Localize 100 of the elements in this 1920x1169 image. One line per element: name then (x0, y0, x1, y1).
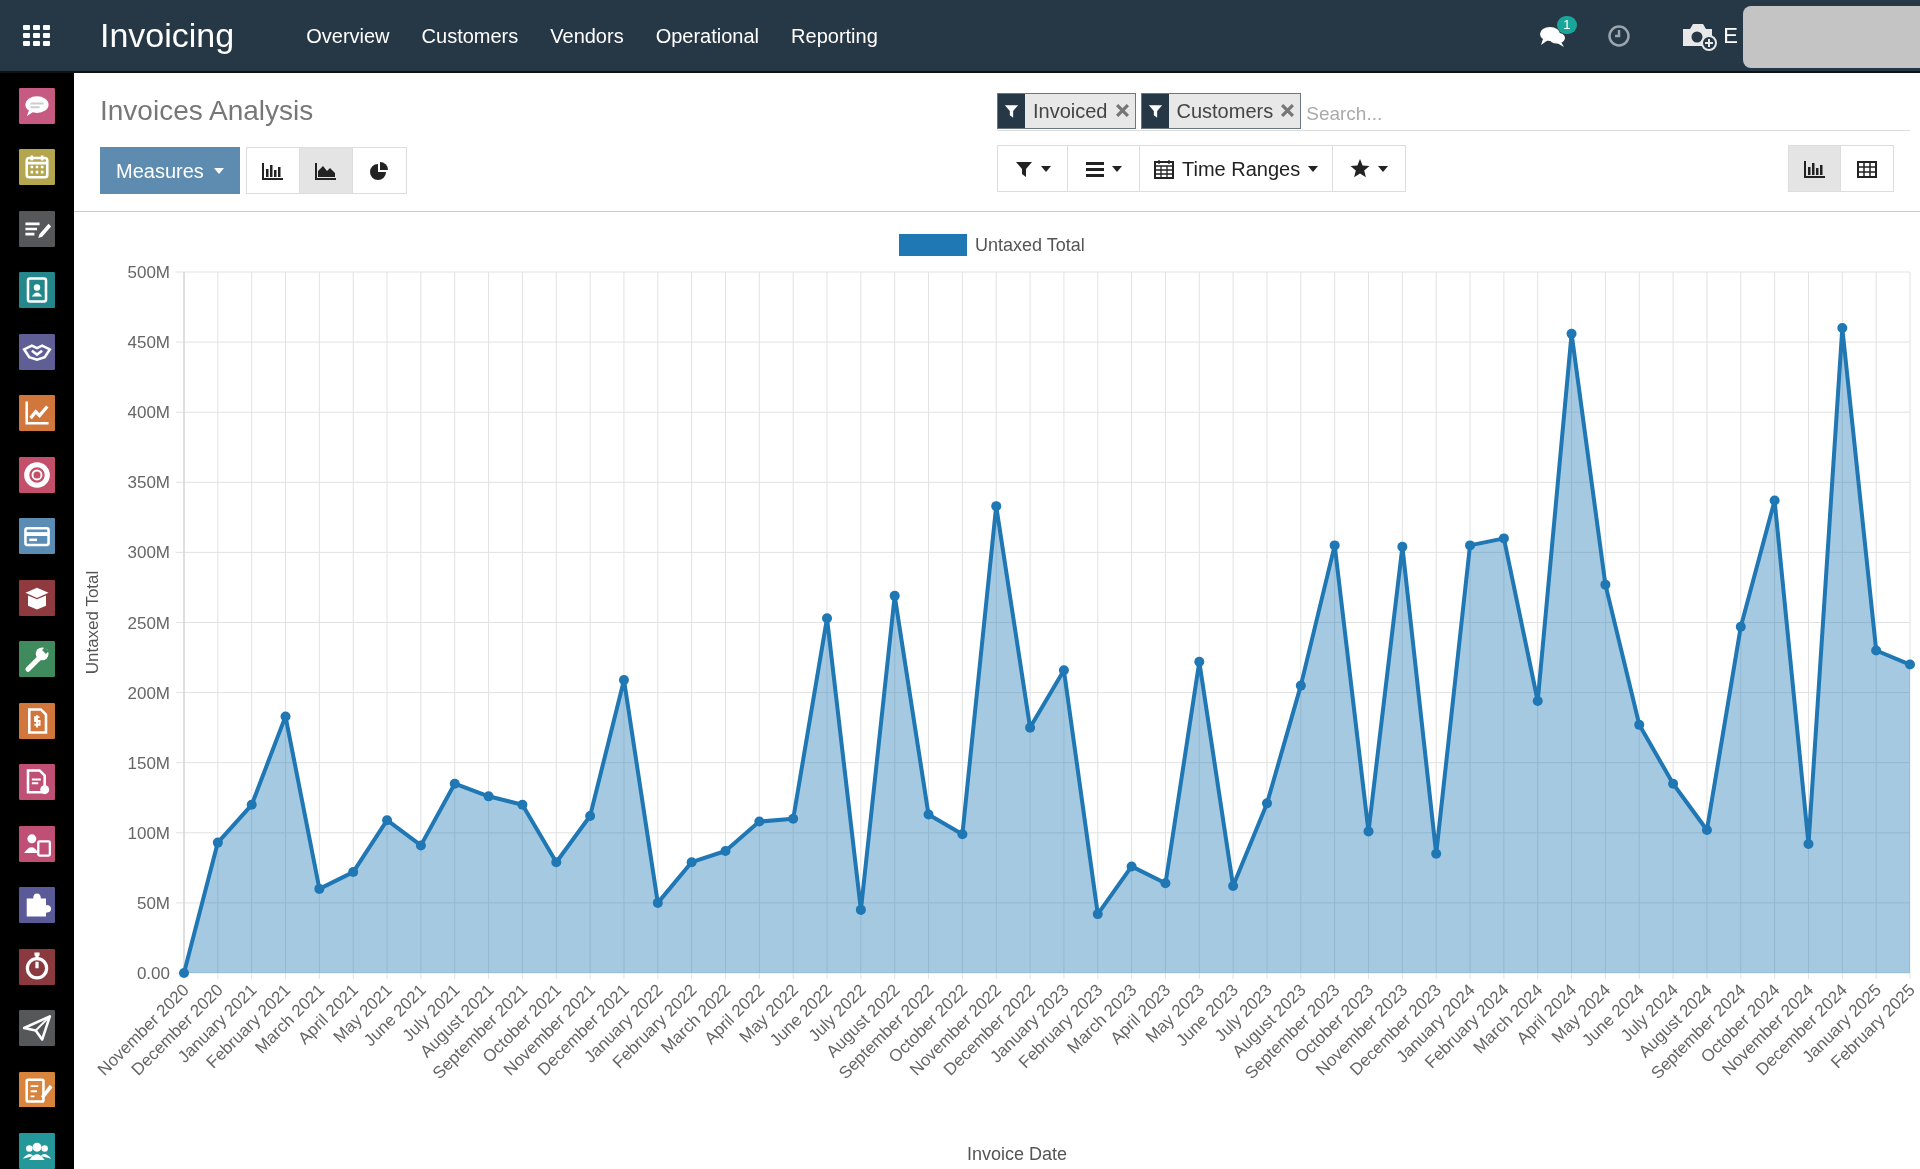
facet-label: Invoiced (1032, 98, 1109, 124)
data-point (415, 840, 426, 851)
data-point (1431, 848, 1442, 859)
data-point (1566, 328, 1577, 339)
data-point (1837, 323, 1848, 334)
caret-icon (1378, 165, 1389, 172)
data-point (483, 791, 494, 802)
data-point (246, 799, 257, 810)
line-chart-icon[interactable] (18, 395, 56, 432)
y-tick-label: 300M (127, 543, 170, 563)
menu-item[interactable]: Operational (655, 20, 760, 51)
data-point (686, 857, 697, 868)
caret-icon (1308, 165, 1319, 172)
data-point (957, 829, 968, 840)
data-point (1871, 645, 1882, 656)
data-point (720, 846, 731, 857)
y-tick-label: 250M (127, 613, 170, 633)
menu-item[interactable]: Reporting (791, 20, 878, 51)
close-icon (1115, 104, 1129, 117)
data-point (754, 816, 765, 827)
data-point (1058, 665, 1069, 676)
menu-item[interactable]: Vendors (550, 20, 624, 51)
x-axis-title: Invoice Date (966, 1144, 1068, 1164)
legend-label: Untaxed Total (975, 235, 1085, 255)
caret-icon (1111, 165, 1122, 172)
data-point (1295, 680, 1306, 691)
data-point (382, 815, 393, 826)
paper-plane-icon[interactable] (18, 1010, 56, 1046)
wrench-icon[interactable] (18, 641, 56, 678)
menu-item[interactable]: Customers (421, 20, 519, 51)
calendar-icon[interactable] (18, 149, 56, 186)
y-axis-title: Untaxed Total (83, 570, 102, 675)
line-view-toggle[interactable] (299, 148, 353, 193)
data-point (1600, 579, 1611, 590)
user-name[interactable]: E (1723, 19, 1738, 52)
graph-view-toggle[interactable] (1789, 146, 1841, 191)
data-point (1668, 778, 1679, 789)
list-icon (1085, 160, 1104, 177)
legend-swatch (899, 234, 967, 256)
data-point (1126, 861, 1137, 872)
credit-card-icon[interactable] (18, 518, 56, 555)
data-point (1532, 696, 1543, 706)
filter-icon (1004, 102, 1019, 119)
y-tick-label: 0.00 (136, 964, 170, 983)
people-icon[interactable] (18, 1132, 56, 1169)
calendar-icon (1154, 158, 1174, 179)
page-title: Invoices Analysis (100, 95, 315, 127)
invoice-dollar-icon[interactable] (18, 702, 56, 739)
apps-grid-icon[interactable] (23, 24, 51, 47)
data-point (551, 857, 562, 868)
y-tick-label: 400M (127, 403, 170, 423)
data-point (1025, 722, 1036, 733)
message-count-badge: 1 (1557, 15, 1577, 34)
clipboard-pencil-icon[interactable] (18, 1071, 56, 1108)
contact-book-icon[interactable] (18, 272, 56, 309)
data-point (1262, 798, 1272, 809)
y-tick-label: 350M (127, 473, 170, 493)
y-tick-label: 500M (127, 263, 170, 282)
star-icon (1350, 159, 1371, 178)
data-point (991, 501, 1002, 512)
handshake-icon[interactable] (18, 333, 56, 370)
time-ranges-button[interactable]: Time Ranges (1140, 146, 1334, 191)
data-point (1397, 541, 1408, 552)
note-pencil-icon[interactable] (18, 210, 56, 247)
data-point (1803, 839, 1814, 849)
data-point (314, 883, 325, 894)
measures-button[interactable]: Measures (100, 147, 240, 194)
close-icon (1281, 104, 1295, 117)
app-title: Invoicing (100, 15, 235, 56)
clock-icon[interactable] (1607, 23, 1632, 48)
menu-item[interactable]: Overview (306, 20, 390, 51)
data-point (618, 675, 629, 685)
data-point (1498, 533, 1509, 544)
data-point (822, 613, 832, 624)
caret-icon (1040, 165, 1051, 172)
data-point (1228, 881, 1239, 892)
filter-icon (1147, 102, 1163, 119)
chat-icon[interactable] (18, 88, 56, 124)
facet-label: Customers (1175, 98, 1275, 124)
data-point (788, 813, 799, 824)
data-point (1160, 878, 1171, 889)
data-point (1905, 659, 1915, 670)
puzzle-icon[interactable] (18, 887, 56, 924)
search-field[interactable]: Search... (1306, 97, 1910, 130)
data-point (1465, 540, 1476, 551)
data-point (585, 811, 596, 821)
open-box-icon[interactable] (18, 579, 56, 616)
data-point (652, 897, 663, 908)
filter-icon (1014, 159, 1033, 178)
data-point (212, 837, 223, 848)
data-point (1769, 495, 1780, 506)
data-point (1092, 909, 1103, 920)
data-point (1634, 719, 1645, 730)
y-tick-label: 100M (127, 823, 170, 843)
data-point (889, 590, 900, 601)
stopwatch-icon[interactable] (18, 948, 56, 985)
data-point (1194, 656, 1205, 667)
data-point (517, 799, 528, 810)
y-tick-label: 450M (127, 333, 170, 353)
data-point (179, 968, 189, 978)
